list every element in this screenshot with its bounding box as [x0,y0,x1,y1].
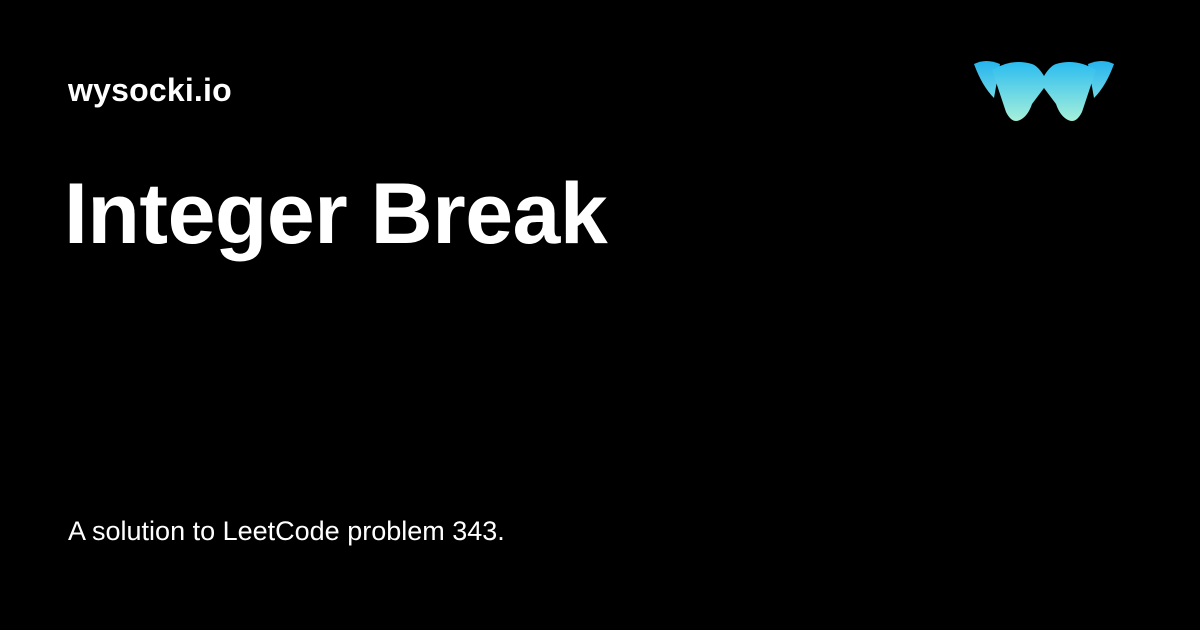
social-card: wysocki.io Integer Break A solution to L… [0,0,1200,630]
wysocki-w-logo-icon [972,60,1116,126]
page-description: A solution to LeetCode problem 343. [68,516,505,546]
page-title: Integer Break [64,166,608,262]
site-name: wysocki.io [68,72,232,108]
